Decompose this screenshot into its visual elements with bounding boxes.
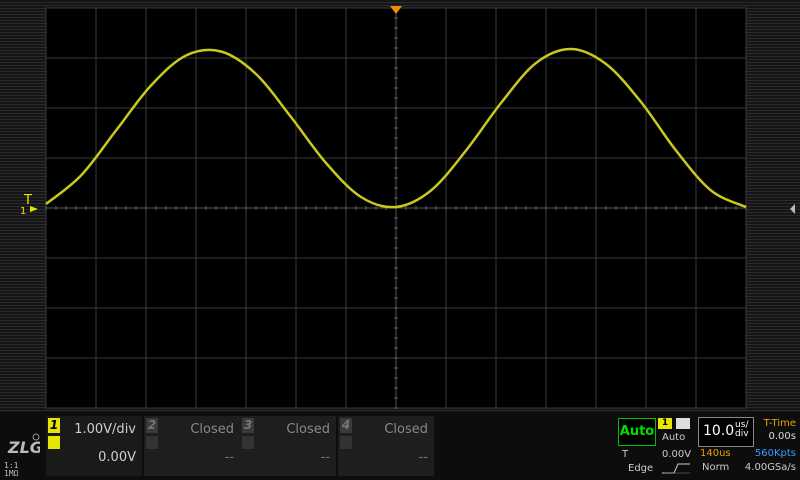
channel-1-offset: 0.00V [98, 450, 136, 465]
timebase-unit: us/ div [735, 421, 749, 439]
trigger-mode[interactable]: Auto [662, 432, 685, 443]
ch1-ground-arrow-icon [30, 206, 38, 212]
timebase-value: 10.0 [703, 423, 735, 439]
channel-2-number: 2 [146, 418, 158, 433]
channel-3-offset: -- [320, 450, 330, 465]
channel-4-panel[interactable]: 4 Closed -- [338, 416, 434, 476]
timebase-box[interactable]: 10.0 us/ div [698, 417, 754, 447]
horizontal-delay[interactable]: 140us [700, 448, 731, 459]
zlg-logo-icon: ZLG [7, 433, 40, 457]
channel-4-number: 4 [340, 418, 352, 433]
trigger-type[interactable]: Edge [628, 463, 653, 474]
waveform-display[interactable]: T 1 [0, 0, 800, 412]
oscilloscope-screen: T 1 ZLG 1:1 1MΩ 1 1.00V/div 0.00V 2 Clos… [0, 0, 800, 480]
timebase-unit-bottom: div [735, 429, 749, 439]
channel-3-coupling-icon [242, 436, 254, 449]
channel-1-panel[interactable]: 1 1.00V/div 0.00V [46, 416, 142, 476]
rising-edge-icon [662, 463, 690, 474]
channel-1-number: 1 [48, 418, 60, 433]
channel-4-coupling-icon [340, 436, 352, 449]
channel-3-panel[interactable]: 3 Closed -- [240, 416, 336, 476]
channel-4-offset: -- [418, 450, 428, 465]
channel-2-coupling-icon [146, 436, 158, 449]
trigger-level-right-arrow[interactable] [790, 204, 795, 214]
trigger-source-badge[interactable]: 1 [658, 418, 672, 429]
probe-impedance: 1MΩ [4, 469, 19, 478]
t-time-value: 0.00s [768, 431, 796, 442]
sample-rate: 4.00GSa/s [744, 462, 796, 473]
channel-1-coupling-icon [48, 436, 60, 449]
t-time-label: T-Time [763, 418, 796, 429]
channel-2-panel[interactable]: 2 Closed -- [144, 416, 240, 476]
trigger-label: T [622, 449, 629, 460]
memory-depth[interactable]: 560Kpts [755, 448, 796, 459]
channel-1-scale: 1.00V/div [74, 422, 136, 437]
channel-3-number: 3 [242, 418, 254, 433]
ch1-ground-marker[interactable]: 1 [20, 206, 26, 217]
channel-3-scale: Closed [286, 422, 330, 437]
run-mode-auto-button[interactable]: Auto [618, 418, 656, 446]
acquire-mode[interactable]: Norm [702, 462, 729, 473]
probe-setting: 1:1 1MΩ [4, 462, 18, 478]
trigger-level[interactable]: 0.00V [662, 449, 691, 460]
channel-4-scale: Closed [384, 422, 428, 437]
trigger-coupling-icon [676, 418, 690, 429]
channel-2-scale: Closed [190, 422, 234, 437]
svg-text:ZLG: ZLG [7, 438, 40, 457]
channel-2-offset: -- [224, 450, 234, 465]
